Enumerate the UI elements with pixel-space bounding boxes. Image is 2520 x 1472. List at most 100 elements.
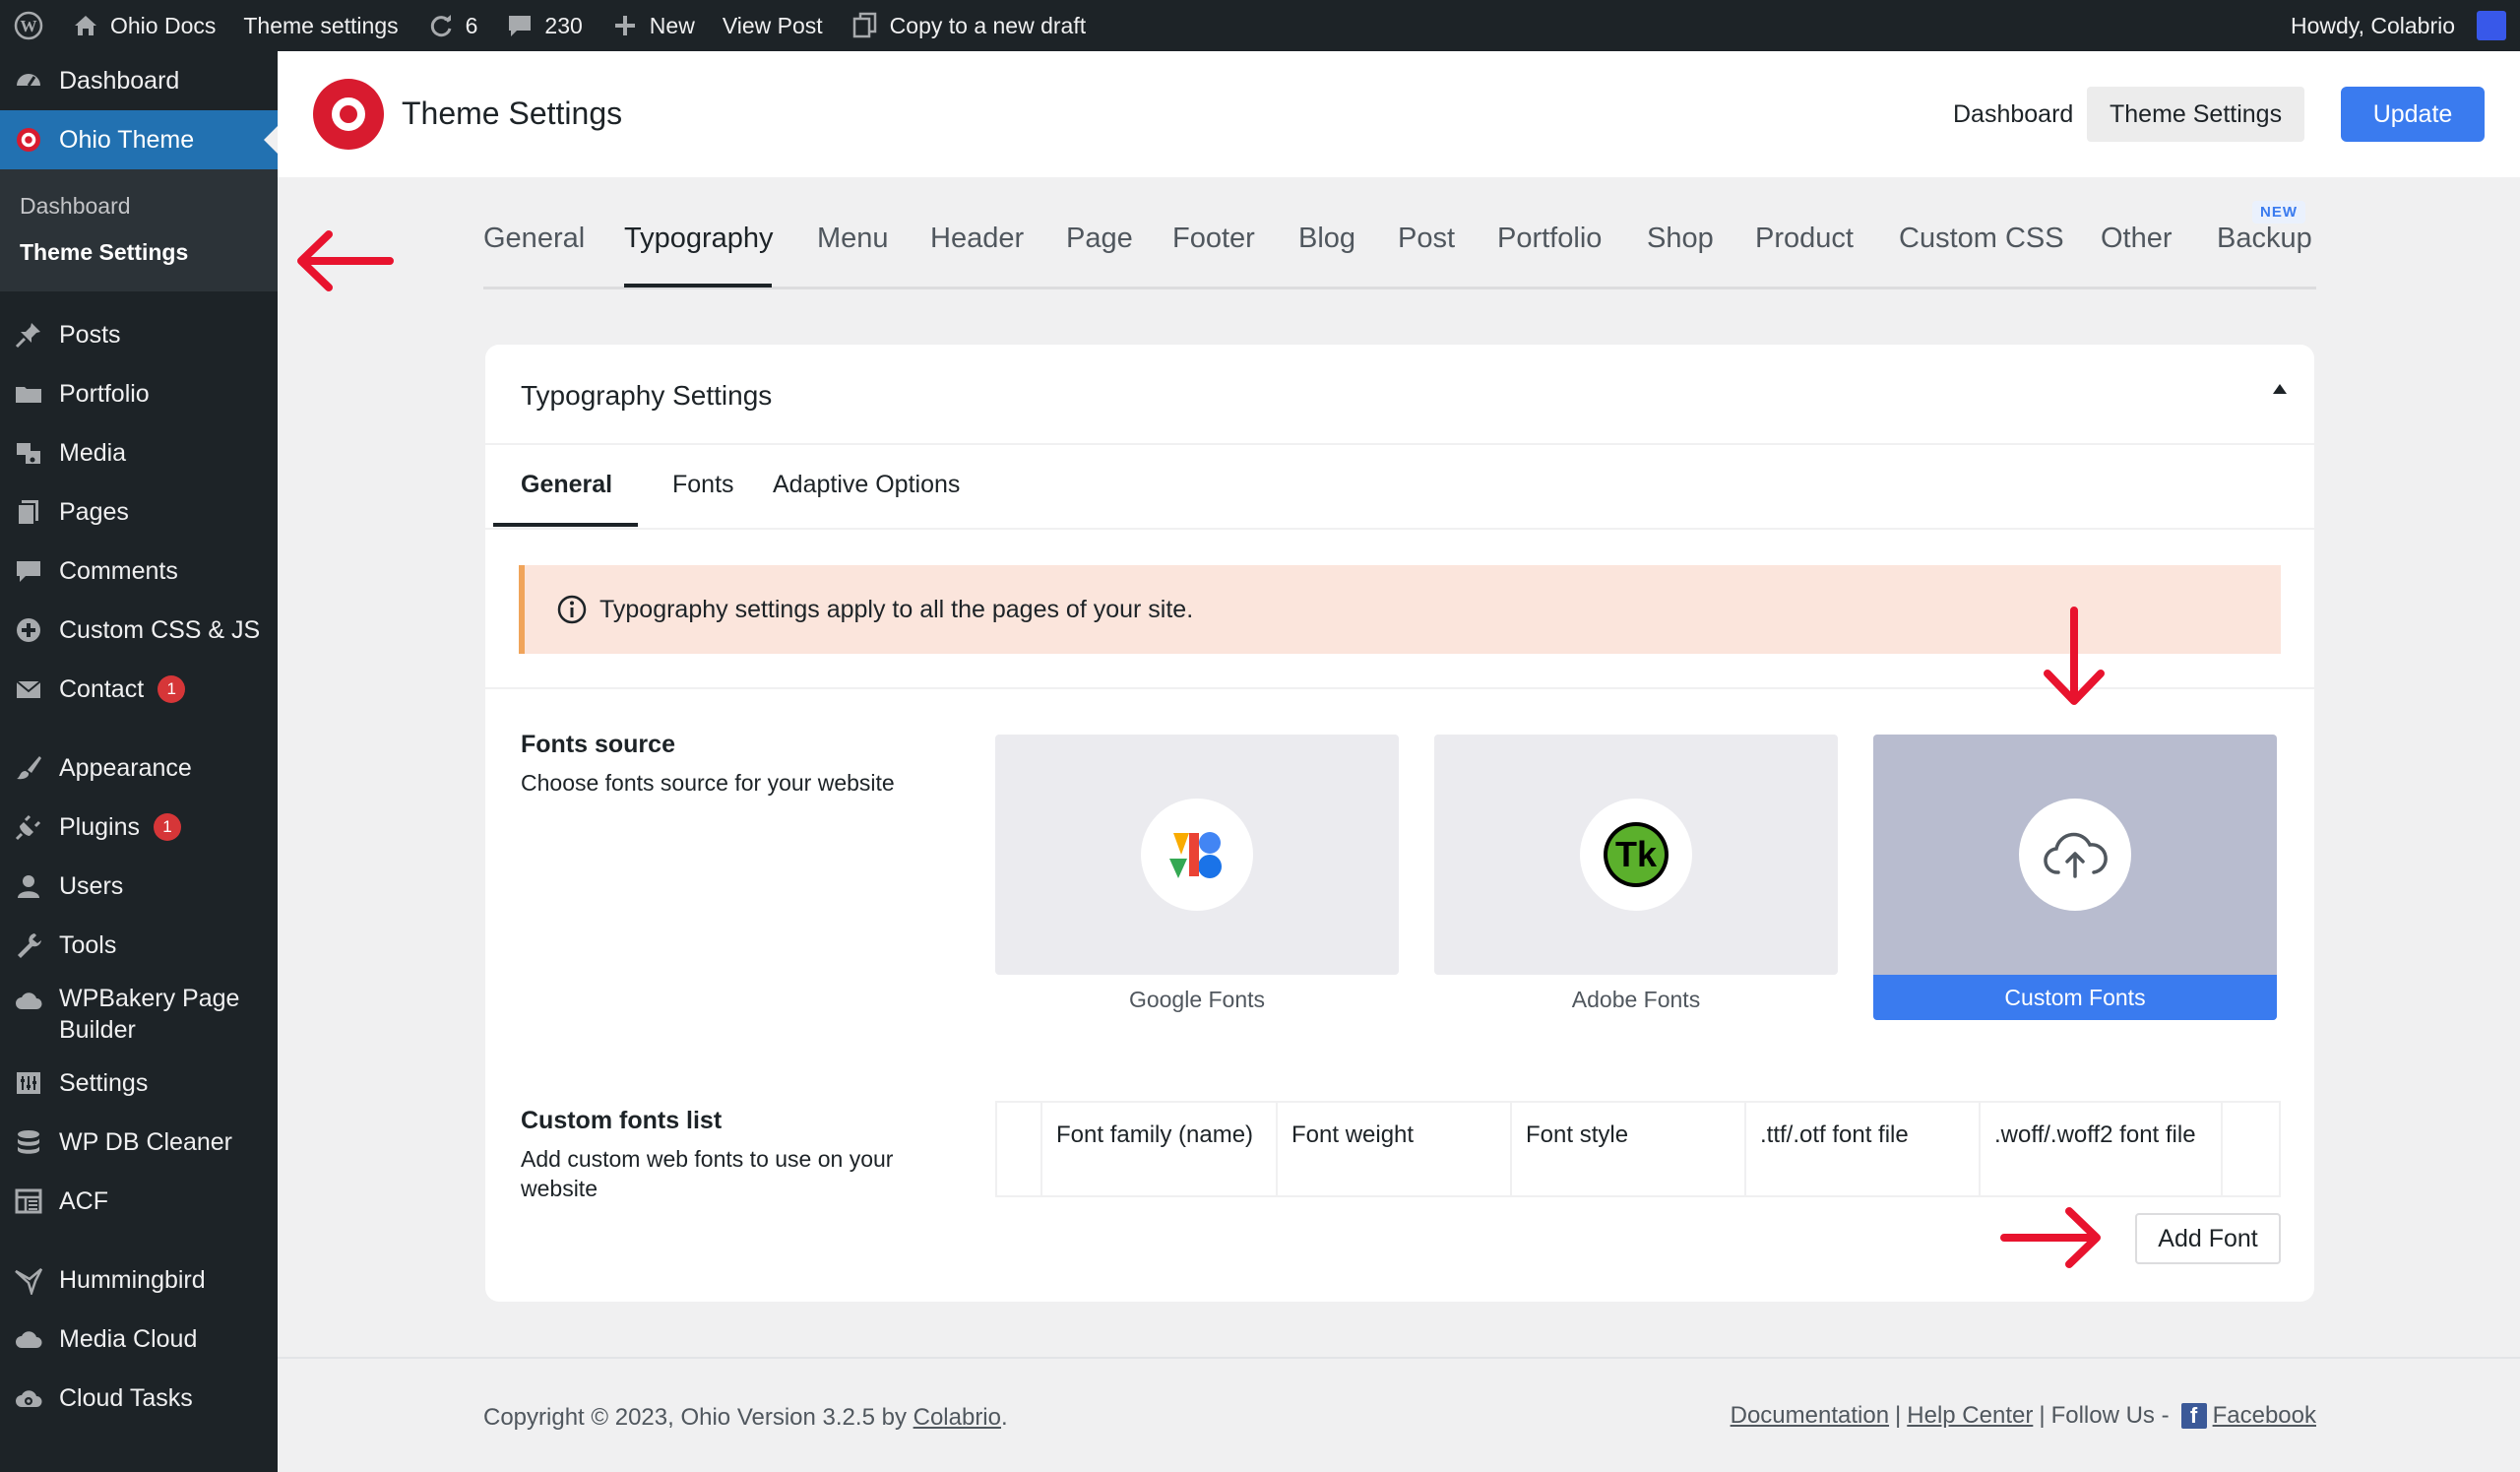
subtab-fonts[interactable]: Fonts (672, 471, 734, 499)
menu-wp-db-cleaner[interactable]: WP DB Cleaner (0, 1113, 278, 1172)
theme-settings-header: Theme Settings Dashboard Theme Settings … (278, 51, 2520, 177)
database-icon (12, 1125, 45, 1159)
ohio-theme-submenu: Dashboard Theme Settings (0, 169, 278, 291)
menu-tools[interactable]: Tools (0, 916, 278, 975)
google-fonts-label: Google Fonts (1128, 987, 1266, 1012)
tab-typography[interactable]: Typography (624, 223, 774, 255)
copyright-text: Copyright © 2023, Ohio Version 3.2.5 by (483, 1404, 914, 1431)
subtab-adaptive-options[interactable]: Adaptive Options (773, 471, 960, 499)
submenu-dashboard[interactable]: Dashboard (0, 183, 278, 229)
collapse-caret-icon[interactable] (2273, 384, 2287, 394)
gear-cloud-icon (12, 1381, 45, 1415)
facebook-icon[interactable]: f (2180, 1403, 2207, 1429)
ohio-logo (313, 79, 384, 150)
updates-link[interactable]: 6 (412, 0, 492, 51)
menu-label: WPBakery Page Builder (59, 985, 240, 1044)
menu-ohio-theme[interactable]: Ohio Theme (0, 110, 278, 169)
menu-media-cloud[interactable]: Media Cloud (0, 1310, 278, 1369)
menu-contact[interactable]: Contact 1 (0, 660, 278, 719)
update-button[interactable]: Update (2341, 87, 2485, 142)
subtab-general[interactable]: General (521, 471, 612, 499)
menu-portfolio[interactable]: Portfolio (0, 364, 278, 423)
help-center-link[interactable]: Help Center (1907, 1402, 2033, 1430)
menu-media[interactable]: Media (0, 423, 278, 482)
account-menu[interactable]: Howdy, Colabrio (2277, 0, 2520, 51)
menu-posts[interactable]: Posts (0, 305, 278, 364)
theme-settings-link[interactable]: Theme settings (229, 0, 411, 51)
table-handle-column (997, 1103, 1042, 1195)
custom-fonts-option[interactable]: Custom Fonts (1873, 735, 2277, 1020)
documentation-link[interactable]: Documentation (1731, 1402, 1889, 1430)
wrench-icon (12, 928, 45, 962)
facebook-link[interactable]: Facebook (2213, 1402, 2316, 1430)
tab-menu[interactable]: Menu (817, 223, 889, 255)
column-header-font-family: Font family (name) (1042, 1103, 1278, 1195)
menu-label: ACF (59, 1186, 108, 1215)
menu-label: Portfolio (59, 379, 150, 408)
copy-draft-link[interactable]: Copy to a new draft (837, 0, 1100, 51)
menu-custom-css-js[interactable]: Custom CSS & JS (0, 601, 278, 660)
menu-label: Appearance (59, 753, 192, 782)
updates-count: 6 (465, 12, 478, 38)
menu-comments[interactable]: Comments (0, 542, 278, 601)
header-dashboard-button[interactable]: Dashboard (1931, 87, 2095, 142)
tab-custom-css[interactable]: Custom CSS (1899, 223, 2064, 255)
annotation-arrow-right-icon (2000, 1207, 2101, 1268)
site-name-link[interactable]: Ohio Docs (57, 0, 229, 51)
comments-link[interactable]: 230 (491, 0, 596, 51)
google-fonts-option[interactable] (995, 735, 1399, 975)
menu-label: Plugins (59, 812, 140, 841)
menu-label: Media Cloud (59, 1324, 198, 1353)
menu-label: Pages (59, 497, 129, 526)
tab-product[interactable]: Product (1755, 223, 1854, 255)
menu-acf[interactable]: ACF (0, 1172, 278, 1231)
menu-plugins[interactable]: Plugins 1 (0, 798, 278, 857)
footer-divider (278, 1357, 2520, 1359)
menu-users[interactable]: Users (0, 857, 278, 916)
tab-footer[interactable]: Footer (1172, 223, 1255, 255)
tab-post[interactable]: Post (1398, 223, 1455, 255)
tab-page[interactable]: Page (1066, 223, 1133, 255)
wordpress-icon: W (14, 11, 43, 40)
add-font-button[interactable]: Add Font (2135, 1213, 2281, 1264)
menu-label: Dashboard (59, 66, 180, 95)
tab-portfolio[interactable]: Portfolio (1497, 223, 1602, 255)
footer-links: Documentation | Help Center | Follow Us … (1731, 1402, 2316, 1430)
plus-icon (610, 11, 640, 40)
menu-appearance[interactable]: Appearance (0, 738, 278, 798)
tab-backup[interactable]: Backup (2217, 223, 2312, 255)
adobe-fonts-option[interactable]: Tk (1434, 735, 1838, 975)
footer-copyright: Copyright © 2023, Ohio Version 3.2.5 by … (483, 1404, 1008, 1432)
menu-dashboard[interactable]: Dashboard (0, 51, 278, 110)
tab-other[interactable]: Other (2101, 223, 2173, 255)
bird-icon (12, 1263, 45, 1297)
tab-shop[interactable]: Shop (1647, 223, 1714, 255)
menu-pages[interactable]: Pages (0, 482, 278, 542)
colabrio-link[interactable]: Colabrio (914, 1404, 1001, 1431)
divider (485, 443, 2314, 445)
settings-tabs: General Typography Menu Header Page Foot… (483, 197, 2316, 289)
pin-icon (12, 318, 45, 352)
cloud-icon (12, 1322, 45, 1356)
view-post-link[interactable]: View Post (709, 0, 837, 51)
tab-general[interactable]: General (483, 223, 585, 255)
menu-label: Media (59, 438, 127, 467)
menu-wpbakery[interactable]: WPBakery Page Builder (0, 975, 278, 1054)
menu-hummingbird[interactable]: Hummingbird (0, 1250, 278, 1310)
header-theme-settings-button[interactable]: Theme Settings (2087, 87, 2305, 142)
avatar (2477, 11, 2506, 40)
menu-settings[interactable]: Settings (0, 1054, 278, 1113)
typography-settings-card: Typography Settings General Fonts Adapti… (485, 345, 2314, 1302)
tab-header[interactable]: Header (930, 223, 1024, 255)
menu-cloud-tasks[interactable]: Cloud Tasks (0, 1369, 278, 1428)
annotation-arrow-left-icon (297, 230, 394, 291)
tab-blog[interactable]: Blog (1298, 223, 1355, 255)
new-content-link[interactable]: New (597, 0, 709, 51)
active-tab-indicator (624, 284, 772, 288)
wordpress-logo[interactable]: W (0, 0, 57, 51)
menu-label: WP DB Cleaner (59, 1127, 232, 1156)
dashboard-icon (12, 64, 45, 97)
menu-label: Users (59, 871, 124, 900)
submenu-theme-settings[interactable]: Theme Settings (0, 229, 278, 276)
custom-fonts-list-label: Custom fonts list (521, 1107, 723, 1134)
